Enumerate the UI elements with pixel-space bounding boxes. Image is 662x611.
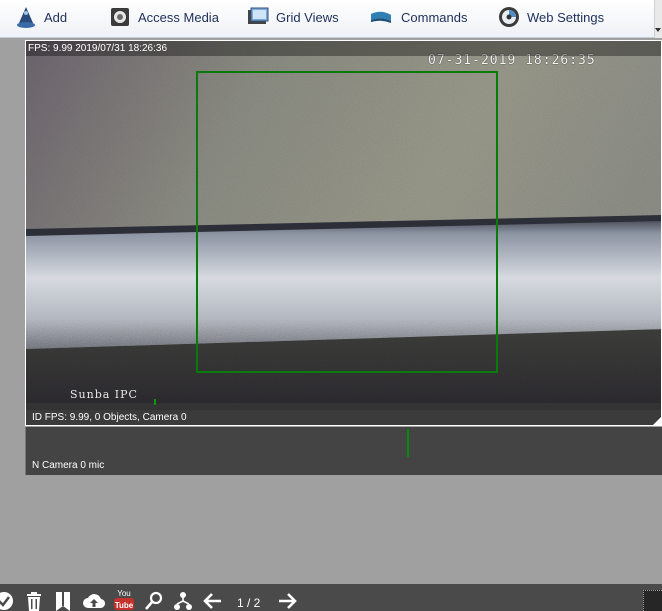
toolbar-commands-label: Commands xyxy=(401,9,468,25)
toolbar-commands-button[interactable]: Commands xyxy=(367,0,467,34)
resize-grip-icon[interactable] xyxy=(653,417,661,425)
youtube-button[interactable]: You Tube xyxy=(113,588,135,610)
bookmark-icon xyxy=(56,592,70,611)
motion-level-marker xyxy=(154,399,156,405)
web-settings-icon xyxy=(499,7,519,27)
next-page-button[interactable] xyxy=(277,590,297,611)
upload-button[interactable] xyxy=(82,590,106,611)
page-indicator: 1 / 2 xyxy=(237,596,261,610)
search-icon xyxy=(145,591,163,610)
check-icon xyxy=(0,592,13,610)
share-icon xyxy=(174,592,192,610)
toolbar-access-media-button[interactable]: Access Media xyxy=(108,0,219,34)
audio-level-marker xyxy=(407,429,409,457)
add-icon xyxy=(17,7,35,28)
camera-tile[interactable]: FPS: 9.99 2019/07/31 18:26:36 07-31-2019… xyxy=(25,40,662,426)
camera-header-text: FPS: 9.99 2019/07/31 18:26:36 xyxy=(26,41,661,56)
svg-text:You: You xyxy=(117,589,131,598)
search-button[interactable] xyxy=(144,590,164,611)
delete-button[interactable] xyxy=(24,590,44,611)
toolbar-access-media-label: Access Media xyxy=(138,9,219,25)
main-toolbar: Add Access Media Grid Views Commands Web… xyxy=(0,0,662,38)
trash-icon xyxy=(27,592,41,611)
detection-zone-box[interactable] xyxy=(196,71,498,373)
camera-osd-name: Sunba IPC xyxy=(70,388,138,401)
toolbar-scroll-button[interactable] xyxy=(654,0,662,38)
previous-page-button[interactable] xyxy=(203,590,223,611)
chevron-down-icon xyxy=(655,28,661,32)
svg-text:Tube: Tube xyxy=(115,601,134,610)
arrow-right-icon xyxy=(279,593,297,609)
commands-icon xyxy=(371,11,391,23)
toolbar-grid-views-button[interactable]: Grid Views xyxy=(246,0,339,34)
arrow-left-icon xyxy=(203,593,221,609)
bookmark-button[interactable] xyxy=(53,590,73,611)
toolbar-web-settings-button[interactable]: Web Settings xyxy=(497,0,604,34)
youtube-icon: You Tube xyxy=(114,589,134,610)
access-media-icon xyxy=(111,8,129,26)
toolbar-add-button[interactable]: Add xyxy=(14,0,67,34)
toolbar-web-settings-label: Web Settings xyxy=(527,9,605,25)
select-all-button[interactable] xyxy=(0,590,14,611)
microphone-label: N Camera 0 mic xyxy=(32,460,105,471)
corner-panel-toggle[interactable] xyxy=(643,590,662,611)
cloud-upload-icon xyxy=(83,594,105,609)
toolbar-grid-views-label: Grid Views xyxy=(276,9,339,25)
share-button[interactable] xyxy=(173,590,193,611)
toolbar-add-label: Add xyxy=(44,9,68,25)
microphone-tile[interactable]: N Camera 0 mic xyxy=(25,427,662,475)
grid-views-icon xyxy=(248,7,269,24)
camera-status-bar: ID FPS: 9.99, 0 Objects, Camera 0 xyxy=(26,410,661,425)
